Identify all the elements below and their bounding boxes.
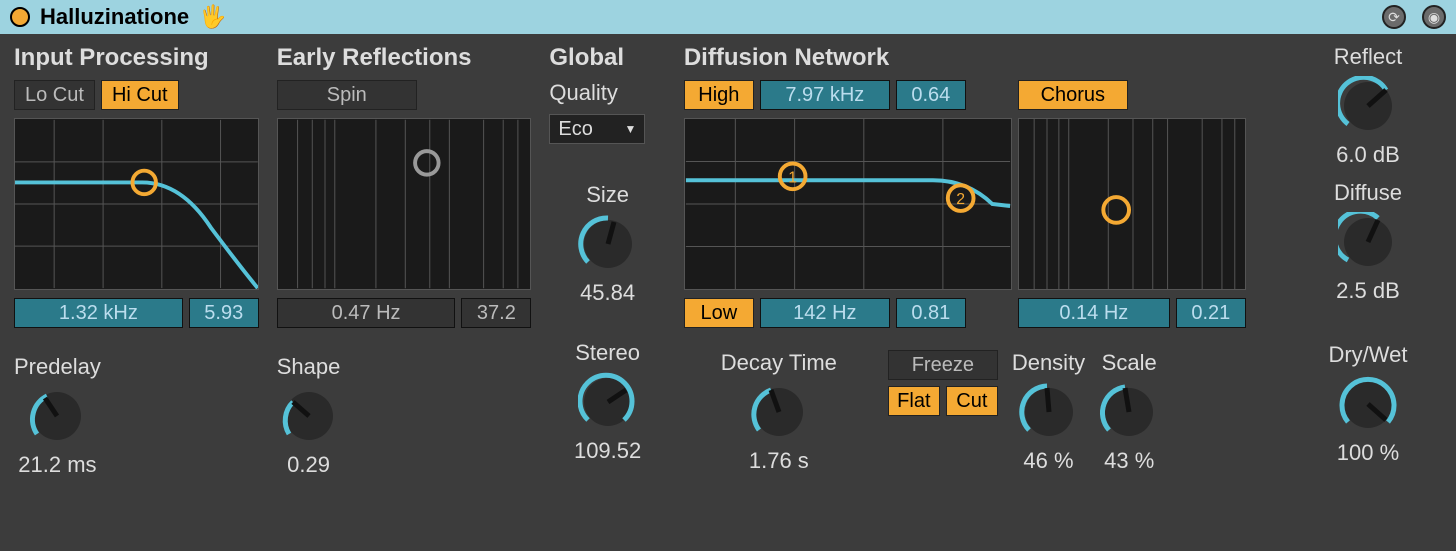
early-reflections-section: Early Reflections Spin 0.47 Hz 37.2: [277, 44, 532, 543]
title-bar: Halluzinatione 🖐 ⟳ ◉: [0, 0, 1456, 34]
density-knob-group: Density 46 %: [1012, 350, 1085, 474]
diffusion-network-section: Diffusion Network High 7.97 kHz 0.64: [684, 44, 1276, 543]
predelay-label: Predelay: [14, 354, 101, 380]
global-heading: Global: [549, 44, 665, 72]
low-freq-value[interactable]: 142 Hz: [760, 298, 890, 328]
scale-knob-group: Scale 43 %: [1099, 350, 1159, 474]
lo-cut-button[interactable]: Lo Cut: [14, 80, 95, 110]
size-label: Size: [586, 182, 629, 208]
density-knob[interactable]: [1019, 382, 1079, 442]
scale-knob[interactable]: [1099, 382, 1159, 442]
predelay-knob-group: Predelay 21.2 ms: [14, 354, 101, 478]
predelay-value: 21.2 ms: [18, 452, 96, 478]
quality-label: Quality: [549, 80, 665, 106]
decay-label: Decay Time: [721, 350, 837, 376]
output-section: Reflect 6.0 dB Diffuse 2.5 dB Dry/Wet: [1294, 44, 1442, 543]
size-knob[interactable]: [578, 214, 638, 274]
stereo-value: 109.52: [574, 438, 641, 464]
decay-value: 1.76 s: [749, 448, 809, 474]
global-section: Global Quality Eco ▼ Size 45.84 Stereo: [549, 44, 665, 543]
cut-button[interactable]: Cut: [946, 386, 998, 416]
spin-amount-value[interactable]: 37.2: [461, 298, 531, 328]
freeze-controls: Freeze Flat Cut: [888, 350, 998, 416]
diffuse-value: 2.5 dB: [1336, 278, 1400, 304]
drywet-knob[interactable]: [1338, 374, 1398, 434]
reflect-value: 6.0 dB: [1336, 142, 1400, 168]
freeze-button[interactable]: Freeze: [888, 350, 998, 380]
size-knob-group: Size 45.84: [549, 182, 665, 306]
quality-dropdown[interactable]: Eco ▼: [549, 114, 645, 144]
diffuse-knob-group: Diffuse 2.5 dB: [1334, 180, 1402, 304]
input-processing-section: Input Processing Lo Cut Hi Cut 1.32 kHz …: [14, 44, 259, 543]
shape-label: Shape: [277, 354, 341, 380]
high-freq-value[interactable]: 7.97 kHz: [760, 80, 890, 110]
scale-label: Scale: [1102, 350, 1157, 376]
spin-rate-value[interactable]: 0.47 Hz: [277, 298, 456, 328]
save-preset-button[interactable]: ◉: [1422, 5, 1446, 29]
diffusion-heading: Diffusion Network: [684, 44, 1276, 72]
device-activator[interactable]: [10, 7, 30, 27]
predelay-knob[interactable]: [27, 386, 87, 446]
hi-cut-button[interactable]: Hi Cut: [101, 80, 179, 110]
chorus-amount-value[interactable]: 0.21: [1176, 298, 1246, 328]
reflect-knob-group: Reflect 6.0 dB: [1334, 44, 1402, 168]
size-value: 45.84: [580, 280, 635, 306]
stereo-label: Stereo: [575, 340, 640, 366]
svg-text:1: 1: [788, 169, 797, 186]
hot-swap-icon[interactable]: 🖐: [199, 4, 226, 30]
svg-text:2: 2: [956, 191, 965, 208]
shape-knob[interactable]: [279, 386, 339, 446]
input-processing-heading: Input Processing: [14, 44, 259, 72]
scale-value: 43 %: [1104, 448, 1154, 474]
drywet-knob-group: Dry/Wet 100 %: [1328, 342, 1407, 466]
low-shelf-button[interactable]: Low: [684, 298, 754, 328]
input-filter-graph[interactable]: [14, 118, 259, 290]
chorus-button[interactable]: Chorus: [1018, 80, 1128, 110]
early-reflections-graph[interactable]: [277, 118, 532, 290]
stereo-knob[interactable]: [578, 372, 638, 432]
diffusion-filter-graph[interactable]: 1 2: [684, 118, 1012, 290]
shape-value: 0.29: [287, 452, 330, 478]
diffuse-label: Diffuse: [1334, 180, 1402, 206]
high-amount-value[interactable]: 0.64: [896, 80, 966, 110]
diffuse-knob[interactable]: [1338, 212, 1398, 272]
drywet-label: Dry/Wet: [1328, 342, 1407, 368]
device-title: Halluzinatione: [40, 4, 189, 30]
flat-button[interactable]: Flat: [888, 386, 940, 416]
input-freq-value[interactable]: 1.32 kHz: [14, 298, 183, 328]
randomize-button[interactable]: ⟳: [1382, 5, 1406, 29]
early-reflections-heading: Early Reflections: [277, 44, 532, 72]
spin-button[interactable]: Spin: [277, 80, 417, 110]
device-body: Input Processing Lo Cut Hi Cut 1.32 kHz …: [0, 34, 1456, 551]
dropdown-arrow-icon: ▼: [624, 122, 636, 136]
decay-knob-group: Decay Time 1.76 s: [684, 350, 874, 474]
chorus-graph[interactable]: [1018, 118, 1246, 290]
stereo-knob-group: Stereo 109.52: [549, 340, 665, 464]
shape-knob-group: Shape 0.29: [277, 354, 341, 478]
reverb-device: Halluzinatione 🖐 ⟳ ◉ Input Processing Lo…: [0, 0, 1456, 551]
low-amount-value[interactable]: 0.81: [896, 298, 966, 328]
quality-value: Eco: [558, 118, 592, 141]
decay-knob[interactable]: [749, 382, 809, 442]
drywet-value: 100 %: [1337, 440, 1399, 466]
high-shelf-button[interactable]: High: [684, 80, 754, 110]
reflect-label: Reflect: [1334, 44, 1402, 70]
density-value: 46 %: [1023, 448, 1073, 474]
density-label: Density: [1012, 350, 1085, 376]
chorus-rate-value[interactable]: 0.14 Hz: [1018, 298, 1170, 328]
input-amount-value[interactable]: 5.93: [189, 298, 259, 328]
reflect-knob[interactable]: [1338, 76, 1398, 136]
